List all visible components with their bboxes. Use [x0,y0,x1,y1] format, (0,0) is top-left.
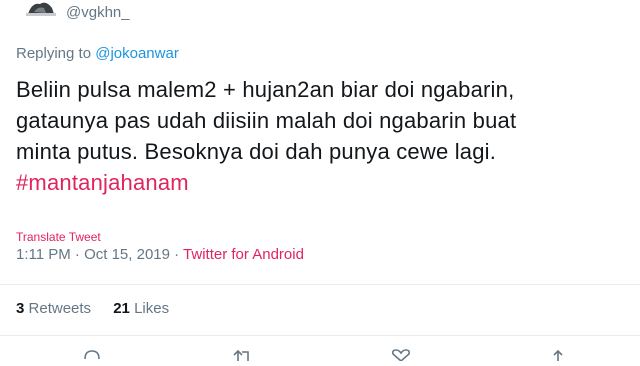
avatar[interactable] [26,0,56,16]
replying-to: Replying to @jokoanwar [16,45,179,62]
timestamp[interactable]: 1:11 PM · Oct 15, 2019 · [16,246,183,263]
tweet-stats: 3 Retweets 21 Likes [16,300,187,317]
tweet-text-line: minta putus. Besoknya doi dah punya cewe… [16,139,497,164]
tweet-text-line: gataunya pas udah diisiin malah doi ngab… [16,108,517,133]
retweet-icon[interactable] [232,348,254,366]
divider [0,284,640,285]
like-icon[interactable] [390,348,412,366]
user-handle[interactable]: @vgkhn_ [66,4,130,21]
likes-label: Likes [134,300,170,317]
retweets-stat[interactable]: 3 Retweets [16,300,91,317]
tweet-actions [0,348,640,363]
tweet-text-line: Beliin pulsa malem2 + hujan2an biar doi … [16,77,515,102]
likes-count: 21 [113,300,130,317]
tweet-card: @vgkhn_ Replying to @jokoanwar Beliin pu… [0,0,640,363]
likes-stat[interactable]: 21 Likes [113,300,169,317]
tweet-text: Beliin pulsa malem2 + hujan2an biar doi … [16,74,616,198]
reply-to-link[interactable]: @jokoanwar [95,45,179,62]
retweets-label: Retweets [28,300,92,317]
tweet-source[interactable]: Twitter for Android [183,246,304,263]
translate-tweet-link[interactable]: Translate Tweet [16,230,101,244]
tweet-header: @vgkhn_ [0,0,640,30]
reply-icon[interactable] [82,348,102,366]
replying-to-label: Replying to [16,45,92,62]
retweets-count: 3 [16,300,25,317]
share-icon[interactable] [548,348,568,366]
divider [0,335,640,336]
hashtag-link[interactable]: #mantanjahanam [16,167,616,198]
tweet-meta: 1:11 PM · Oct 15, 2019 · Twitter for And… [16,246,304,263]
